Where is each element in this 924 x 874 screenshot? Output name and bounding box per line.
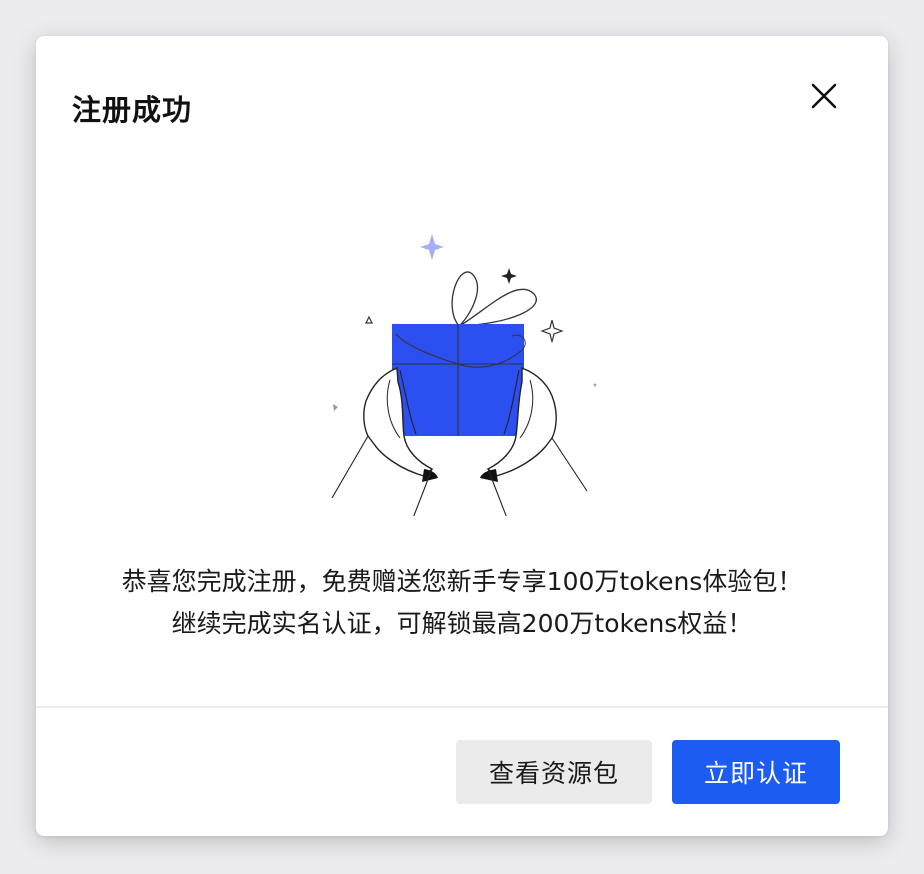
gift-box-in-hands-icon [331,234,597,532]
verify-now-button[interactable]: 立即认证 [672,740,840,804]
close-button[interactable] [806,78,842,114]
message-line-2: 继续完成实名认证，可解锁最高200万tokens权益！ [171,609,753,638]
close-icon [811,83,837,109]
footer-divider [36,706,888,708]
backdrop: 注册成功 恭喜您完成注册，免费赠送您新手专享100万tokens体验包！ 继续完… [0,0,924,874]
registration-success-dialog: 注册成功 恭喜您完成注册，免费赠送您新手专享100万tokens体验包！ 继续完… [36,36,888,836]
gift-illustration [312,186,612,532]
dialog-title: 注册成功 [72,93,193,127]
view-resource-pack-button[interactable]: 查看资源包 [456,740,652,804]
message-line-1: 恭喜您完成注册，免费赠送您新手专享100万tokens体验包！ [121,567,803,596]
dialog-message: 恭喜您完成注册，免费赠送您新手专享100万tokens体验包！ 继续完成实名认证… [36,561,888,645]
dialog-header: 注册成功 [36,36,888,152]
